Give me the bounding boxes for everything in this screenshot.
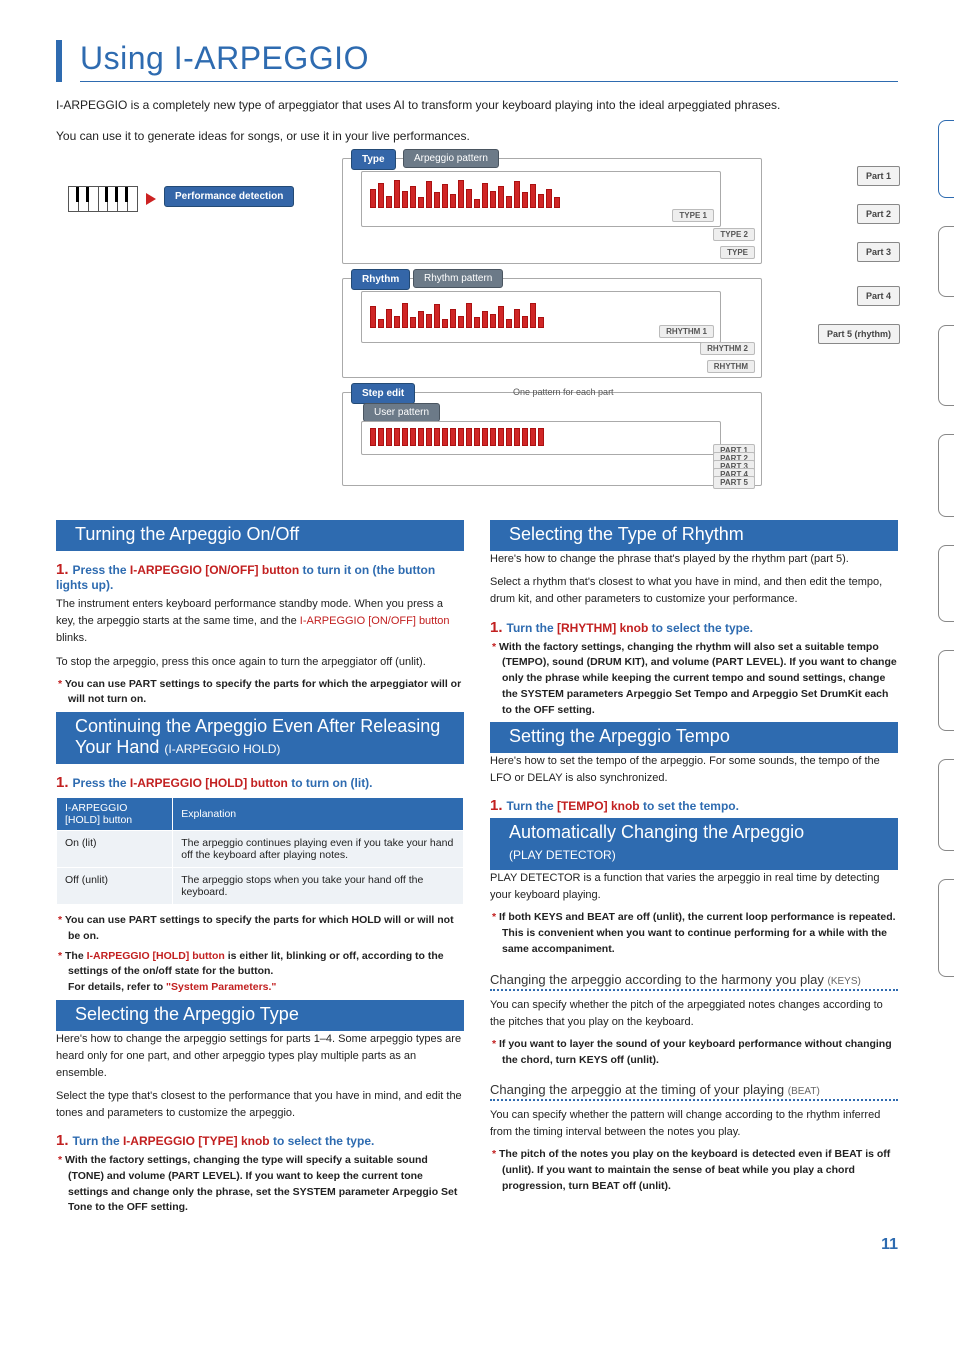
beat-subhead: Changing the arpeggio at the timing of y… (490, 1082, 898, 1101)
one-pattern-label: One pattern for each part (513, 387, 614, 397)
type-heading: Selecting the Arpeggio Type (56, 1000, 464, 1031)
hold-r1b: The arpeggio continues playing even if y… (173, 831, 464, 868)
type-body1: Here's how to change the arpeggio settin… (56, 1031, 464, 1082)
onoff-body1: The instrument enters keyboard performan… (56, 596, 464, 647)
tempo-step1: 1.Turn the [TEMPO] knob to set the tempo… (490, 797, 898, 814)
tempo-body1: Here's how to set the tempo of the arpeg… (490, 753, 898, 787)
type-section: Type Arpeggio pattern TYPE 1 TYPE 2 TYPE (342, 158, 762, 264)
hold-r1a: On (lit) (57, 831, 173, 868)
keyboard-icon (68, 186, 138, 212)
lang-tab-portugues[interactable]: Português (938, 759, 954, 851)
hold-r2b: The arpeggio stops when you take your ha… (173, 868, 464, 905)
type2-tag: TYPE 2 (713, 228, 755, 241)
beat-note: The pitch of the notes you play on the k… (502, 1147, 898, 1194)
rhythm-section: Rhythm Rhythm pattern RHYTHM 1 RHYTHM 2 … (342, 278, 762, 378)
beat-body: You can specify whether the pattern will… (490, 1107, 898, 1141)
keys-subhead: Changing the arpeggio according to the h… (490, 972, 898, 991)
rhythm1-tag: RHYTHM 1 (659, 325, 714, 338)
type-step1: 1.Turn the I-ARPEGGIO [TYPE] knob to sel… (56, 1132, 464, 1149)
page-title: Using I-ARPEGGIO (80, 40, 898, 82)
hold-note2: The I-ARPEGGIO [HOLD] button is either l… (68, 949, 464, 996)
type-body2: Select the type that's closest to the pe… (56, 1088, 464, 1122)
hold-heading: Continuing the Arpeggio Even After Relea… (56, 712, 464, 764)
perf-detect-badge: Performance detection (164, 186, 294, 207)
type1-tag: TYPE 1 (672, 209, 714, 222)
arp-pattern-badge: Arpeggio pattern (403, 149, 499, 168)
step-edit-section: Step edit One pattern for each part User… (342, 392, 762, 486)
signal-diagram: Performance detection Type Arpeggio patt… (68, 158, 898, 498)
language-tabs: English 日本語 Deutsch Français Italiano Es… (938, 120, 954, 977)
keys-note: If you want to layer the sound of your k… (502, 1037, 898, 1069)
part5-box: Part 5 (rhythm) (818, 324, 900, 344)
onoff-step1: 1.Press the I-ARPEGGIO [ON/OFF] button t… (56, 561, 464, 592)
lang-tab-nederlands[interactable]: Nederlands (938, 879, 954, 977)
hold-step1: 1.Press the I-ARPEGGIO [HOLD] button to … (56, 774, 464, 791)
rhythm2-tag: RHYTHM 2 (700, 342, 755, 355)
type-badge: Type (351, 149, 396, 170)
onoff-body2: To stop the arpeggio, press this once ag… (56, 654, 464, 671)
lang-tab-italiano[interactable]: Italiano (938, 545, 954, 622)
type-tag: TYPE (720, 246, 755, 259)
part1-box: Part 1 (857, 166, 900, 186)
lang-tab-english[interactable]: English (938, 120, 954, 198)
step-part5-tag: PART 5 (713, 476, 755, 489)
user-pattern-badge: User pattern (363, 403, 440, 422)
part3-box: Part 3 (857, 242, 900, 262)
playdet-heading: Automatically Changing the Arpeggio (PLA… (490, 818, 898, 870)
step-edit-badge: Step edit (351, 383, 415, 404)
rhythm-tag: RHYTHM (707, 360, 755, 373)
hold-note1: You can use PART settings to specify the… (68, 913, 464, 945)
hold-th1: I-ARPEGGIO [HOLD] button (57, 798, 173, 831)
rhythm-step1: 1.Turn the [RHYTHM] knob to select the t… (490, 619, 898, 636)
arrow-icon (146, 193, 156, 205)
rhythm-note1: With the factory settings, changing the … (502, 640, 898, 719)
hold-th2: Explanation (173, 798, 464, 831)
rhythm-heading: Selecting the Type of Rhythm (490, 520, 898, 551)
playdet-note1: If both KEYS and BEAT are off (unlit), t… (502, 910, 898, 957)
rhythm-body2: Select a rhythm that's closest to what y… (490, 574, 898, 608)
part4-box: Part 4 (857, 286, 900, 306)
type-note1: With the factory settings, changing the … (68, 1153, 464, 1216)
rhythm-badge: Rhythm (351, 269, 410, 290)
rhythm-body1: Here's how to change the phrase that's p… (490, 551, 898, 568)
hold-table: I-ARPEGGIO [HOLD] buttonExplanation On (… (56, 797, 464, 905)
lang-tab-espanol[interactable]: Español (938, 650, 954, 731)
lang-tab-deutsch[interactable]: Deutsch (938, 325, 954, 406)
intro-line-1: I-ARPEGGIO is a completely new type of a… (56, 96, 898, 115)
rhythm-pattern-badge: Rhythm pattern (413, 269, 503, 288)
page-title-bar: Using I-ARPEGGIO (56, 40, 898, 82)
lang-tab-japanese[interactable]: 日本語 (938, 226, 954, 297)
playdet-body1: PLAY DETECTOR is a function that varies … (490, 870, 898, 904)
hold-r2a: Off (unlit) (57, 868, 173, 905)
onoff-heading: Turning the Arpeggio On/Off (56, 520, 464, 551)
onoff-note1: You can use PART settings to specify the… (68, 677, 464, 709)
keys-body: You can specify whether the pitch of the… (490, 997, 898, 1031)
intro-line-2: You can use it to generate ideas for son… (56, 127, 898, 146)
lang-tab-francais[interactable]: Français (938, 434, 954, 517)
page-number: 11 (56, 1236, 898, 1254)
tempo-heading: Setting the Arpeggio Tempo (490, 722, 898, 753)
part2-box: Part 2 (857, 204, 900, 224)
